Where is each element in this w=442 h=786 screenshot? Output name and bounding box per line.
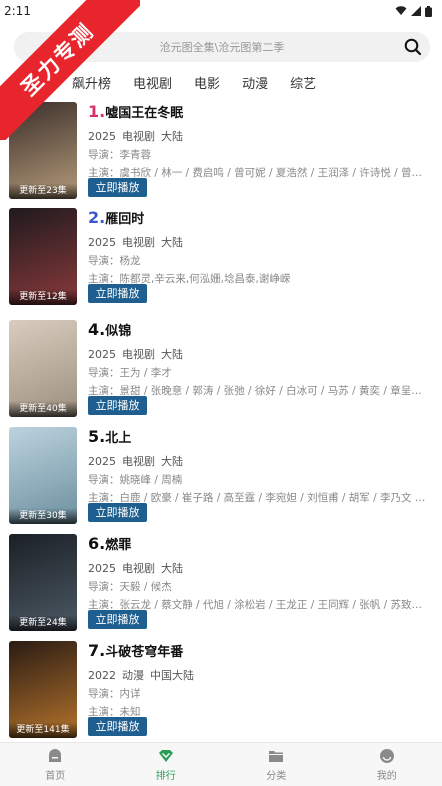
list-item[interactable]: 更新至24集 6. 燃罪 2025 电视剧 大陆 导演：天毅 / 候杰 主演：张云龙 … — [9, 534, 433, 634]
poster-image[interactable]: 更新至40集 — [9, 320, 77, 417]
nav-ranking-label: 排行 — [155, 770, 176, 782]
play-button[interactable]: 立即播放 — [88, 717, 147, 736]
list-item[interactable]: 更新至141集 7. 斗破苍穹年番 2022 动漫 中国大陆 导演：内详 主演：未知 … — [9, 641, 433, 741]
update-badge: 更新至24集 — [9, 615, 77, 631]
play-button[interactable]: 立即播放 — [88, 178, 147, 197]
poster-image[interactable]: 更新至141集 — [9, 641, 77, 738]
profile-icon — [379, 748, 394, 763]
list-item[interactable]: 更新至30集 5. 北上 2025 电视剧 大陆 导演：姚晓峰 / 周楠 主演：白鹿 … — [9, 427, 433, 527]
director: 导演：王为 / 李才 — [88, 367, 172, 379]
search-bar[interactable]: 沧元图全集\沧元图第二季 — [14, 32, 430, 62]
nav-category-label: 分类 — [266, 770, 287, 782]
meta: 2022 动漫 中国大陆 — [88, 669, 194, 682]
nav-profile[interactable]: 我的 — [332, 743, 442, 786]
update-badge: 更新至30集 — [9, 508, 77, 524]
title-text[interactable]: 北上 — [105, 427, 131, 446]
rank-number: 6. — [88, 534, 106, 553]
bottom-nav: 首页 排行 分类 我的 — [0, 742, 442, 786]
nav-home[interactable]: 首页 — [0, 743, 111, 786]
tab-hot-ranking[interactable]: 播榜 — [20, 72, 50, 101]
update-badge: 更新至141集 — [9, 722, 77, 738]
update-badge: 更新至23集 — [9, 183, 77, 199]
folder-icon — [269, 750, 284, 762]
rank-number: 5. — [88, 427, 106, 446]
search-icon[interactable] — [404, 38, 422, 56]
title[interactable]: 2. 雁回时 — [88, 208, 433, 230]
search-placeholder[interactable]: 沧元图全集\沧元图第二季 — [160, 39, 285, 55]
nav-ranking[interactable]: 排行 — [111, 743, 222, 786]
status-time: 2:11 — [4, 4, 31, 18]
tab-anime[interactable]: 动漫 — [242, 73, 268, 92]
title-text[interactable]: 雁回时 — [105, 208, 144, 227]
title[interactable]: 7. 斗破苍穹年番 — [88, 641, 433, 663]
title[interactable]: 6. 燃罪 — [88, 534, 433, 556]
nav-profile-label: 我的 — [376, 770, 397, 782]
home-icon — [49, 748, 62, 762]
play-button[interactable]: 立即播放 — [88, 284, 147, 303]
director: 导演：姚晓峰 / 周楠 — [88, 474, 183, 486]
title[interactable]: 5. 北上 — [88, 427, 433, 449]
list-item[interactable]: 更新至12集 2. 雁回时 2025 电视剧 大陆 导演：杨龙 主演：陈都灵,辛云来,… — [9, 208, 433, 308]
battery-icon — [425, 5, 432, 17]
director: 导演：李青蓉 — [88, 149, 151, 161]
tab-tv-series[interactable]: 电视剧 — [133, 73, 172, 92]
update-badge: 更新至40集 — [9, 401, 77, 417]
tab-movie[interactable]: 电影 — [194, 73, 220, 92]
list-item[interactable]: 更新至40集 4. 似锦 2025 电视剧 大陆 导演：王为 / 李才 主演：景甜 /… — [9, 320, 433, 420]
status-icons — [395, 5, 432, 17]
meta: 2025 电视剧 大陆 — [88, 130, 183, 143]
title-text[interactable]: 嘘国王在冬眠 — [105, 102, 183, 121]
play-button[interactable]: 立即播放 — [88, 610, 147, 629]
title-text[interactable]: 燃罪 — [105, 534, 131, 553]
meta: 2025 电视剧 大陆 — [88, 562, 183, 575]
rank-number: 2. — [88, 208, 106, 227]
list-item[interactable]: 更新至23集 1. 嘘国王在冬眠 2025 电视剧 大陆 导演：李青蓉 主演：虞书欣 … — [9, 102, 433, 202]
nav-home-label: 首页 — [45, 770, 66, 782]
director: 导演：天毅 / 候杰 — [88, 581, 172, 593]
play-button[interactable]: 立即播放 — [88, 503, 147, 522]
tab-variety[interactable]: 综艺 — [290, 73, 316, 92]
title-text[interactable]: 斗破苍穹年番 — [105, 641, 183, 660]
director: 导演：内详 — [88, 688, 141, 700]
update-badge: 更新至12集 — [9, 289, 77, 305]
title-text[interactable]: 似锦 — [105, 320, 131, 339]
nav-category[interactable]: 分类 — [221, 743, 332, 786]
play-button[interactable]: 立即播放 — [88, 396, 147, 415]
meta: 2025 电视剧 大陆 — [88, 348, 183, 361]
category-tabs: 播榜 飙升榜 电视剧 电影 动漫 综艺 — [0, 68, 442, 101]
rank-number: 4. — [88, 320, 106, 339]
poster-image[interactable]: 更新至12集 — [9, 208, 77, 305]
meta: 2025 电视剧 大陆 — [88, 455, 183, 468]
rank-number: 7. — [88, 641, 106, 660]
status-bar: 2:11 — [0, 0, 442, 22]
rank-icon — [158, 749, 173, 762]
title[interactable]: 1. 嘘国王在冬眠 — [88, 102, 433, 124]
director: 导演：杨龙 — [88, 255, 141, 267]
meta: 2025 电视剧 大陆 — [88, 236, 183, 249]
poster-image[interactable]: 更新至30集 — [9, 427, 77, 524]
title[interactable]: 4. 似锦 — [88, 320, 433, 342]
tab-rising-ranking[interactable]: 飙升榜 — [72, 73, 111, 92]
rank-number: 1. — [88, 102, 106, 121]
signal-icon — [411, 6, 421, 16]
poster-image[interactable]: 更新至23集 — [9, 102, 77, 199]
wifi-icon — [395, 6, 407, 15]
poster-image[interactable]: 更新至24集 — [9, 534, 77, 631]
